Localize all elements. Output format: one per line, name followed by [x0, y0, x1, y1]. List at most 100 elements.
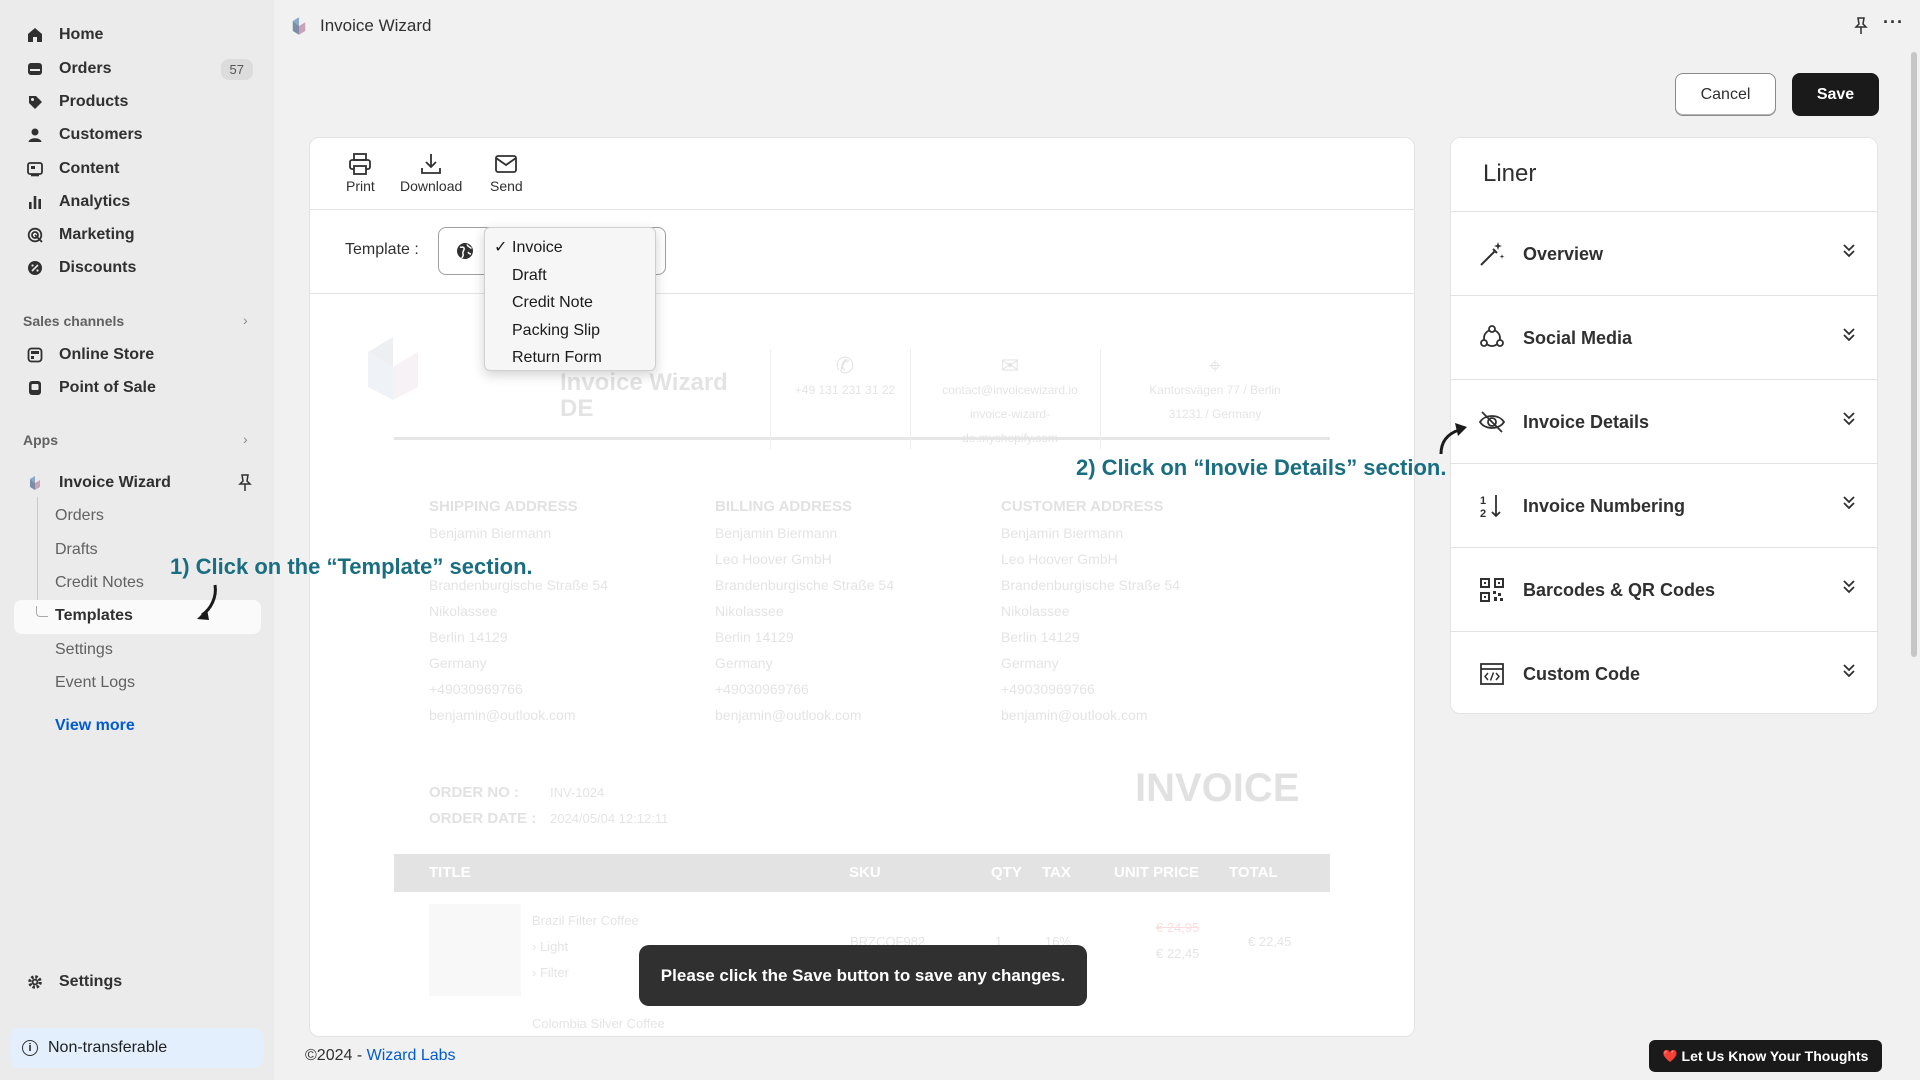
sidebar-subitem-templates[interactable]: Templates [14, 600, 261, 634]
template-option-return-form[interactable]: Return Form [485, 344, 655, 372]
svg-text:2: 2 [1480, 508, 1486, 520]
template-option-credit-note[interactable]: Credit Note [485, 289, 655, 317]
order-labels: ORDER NO : ORDER DATE : [429, 784, 537, 827]
next-product-name: Colombia Silver Coffee [532, 1016, 665, 1031]
svg-text:1: 1 [1480, 495, 1486, 507]
sidebar-item-invoice-wizard[interactable]: Invoice Wizard [14, 467, 261, 499]
customer-address: CUSTOMER ADDRESS Benjamin Biermann Leo H… [1001, 498, 1180, 723]
sidebar-item-products[interactable]: Products [14, 86, 261, 118]
sidebar-item-point-of-sale[interactable]: Point of Sale [14, 372, 261, 404]
sidebar-item-orders[interactable]: Orders 57 [14, 53, 261, 85]
pin-icon[interactable] [237, 474, 253, 497]
eye-off-icon [1478, 411, 1506, 433]
sidebar-item-analytics[interactable]: Analytics [14, 186, 261, 218]
sidebar-item-label: Products [59, 93, 129, 110]
shipping-address: SHIPPING ADDRESS Benjamin Biermann Brand… [429, 498, 608, 723]
double-chevron-down-icon [1843, 664, 1855, 678]
invoice-phone: ✆ +49 131 231 31 22 [780, 354, 910, 402]
sidebar-item-label: Customers [59, 126, 143, 143]
tag-icon [25, 92, 45, 112]
sidebar-subitem-drafts[interactable]: Drafts [55, 541, 98, 559]
sidebar-item-label: Home [59, 26, 104, 43]
section-custom-code[interactable]: Custom Code [1451, 631, 1877, 713]
template-dropdown-menu: ✓ Invoice Draft Credit Note Packing Slip … [484, 227, 656, 371]
more-options-icon[interactable]: ··· [1883, 12, 1904, 33]
checkmark-icon: ✓ [494, 239, 508, 256]
invoice-document: Invoice Wizard DE ✆ +49 131 231 31 22 ✉ … [310, 294, 1414, 1036]
pin-icon[interactable] [1853, 17, 1869, 40]
template-option-packing-slip[interactable]: Packing Slip [485, 317, 655, 345]
scrollbar[interactable] [1911, 52, 1917, 657]
sidebar-item-customers[interactable]: Customers [14, 119, 261, 151]
sidebar-item-marketing[interactable]: Marketing [14, 219, 261, 251]
non-transferable-banner[interactable]: i Non-transferable [10, 1028, 264, 1068]
sidebar-subitem-credit-notes[interactable]: Credit Notes [55, 574, 144, 592]
sidebar-item-discounts[interactable]: Discounts [14, 252, 261, 284]
sales-channels-header[interactable]: Sales channels › [23, 312, 248, 329]
sidebar-item-label: Content [59, 160, 120, 177]
location-pin-icon: ⌖ [1208, 353, 1222, 378]
orders-count-badge: 57 [220, 58, 253, 80]
product-details: Brazil Filter Coffee › Light › Filter [532, 913, 639, 980]
send-button[interactable]: Send [490, 152, 523, 194]
cancel-button[interactable]: Cancel [1675, 73, 1776, 116]
template-option-invoice[interactable]: ✓ Invoice [485, 234, 655, 262]
double-chevron-down-icon [1843, 580, 1855, 594]
product-image [429, 904, 521, 996]
sidebar-subitem-settings[interactable]: Settings [55, 641, 113, 659]
sidebar-item-label: Online Store [59, 346, 155, 363]
save-button[interactable]: Save [1792, 73, 1879, 116]
download-button[interactable]: Download [400, 152, 462, 194]
print-button[interactable]: Print [346, 152, 375, 194]
template-row: Template : ✓ Invoice Draft Credit Note Pa… [310, 210, 1414, 371]
phone-icon: ✆ [835, 353, 855, 378]
sidebar-item-label: Analytics [59, 193, 131, 210]
sidebar-subitem-orders[interactable]: Orders [55, 507, 104, 525]
line-items-header: TITLE SKU QTY TAX UNIT PRICE TOTAL [394, 854, 1330, 892]
magic-wand-icon [1480, 242, 1505, 266]
section-invoice-details[interactable]: Invoice Details [1451, 379, 1877, 463]
sidebar-item-settings[interactable]: Settings [14, 966, 261, 998]
sidebar-item-label: Settings [59, 973, 123, 990]
view-more-link[interactable]: View more [55, 717, 135, 735]
sidebar-item-online-store[interactable]: Online Store [14, 339, 261, 371]
code-window-icon [1480, 663, 1504, 685]
section-overview[interactable]: Overview [1451, 211, 1877, 295]
target-icon [25, 225, 45, 245]
sidebar-item-label: Point of Sale [59, 379, 156, 396]
sidebar-subitem-event-logs[interactable]: Event Logs [55, 674, 135, 692]
apps-header[interactable]: Apps › [23, 431, 248, 448]
template-label: Template : [345, 241, 419, 258]
sidebar-item-label: Orders [59, 60, 112, 77]
download-icon [421, 154, 442, 174]
printer-icon [349, 153, 372, 175]
section-barcodes-qr-codes[interactable]: Barcodes & QR Codes [1451, 547, 1877, 631]
globe-icon [456, 242, 474, 265]
invoice-email: ✉ contact@invoicewizard.io invoice-wizar… [920, 354, 1100, 450]
invoice-preview-card: Print Download Send Template : ✓ Invoice … [309, 137, 1415, 1037]
wizard-labs-link[interactable]: Wizard Labs [367, 1047, 456, 1064]
footer-copyright: ©2024 - Wizard Labs [305, 1047, 456, 1064]
feedback-button[interactable]: ❤️ Let Us Know Your Thoughts [1649, 1040, 1882, 1072]
sidebar-item-content[interactable]: Content [14, 153, 261, 185]
info-icon: i [22, 1040, 38, 1056]
home-icon [25, 25, 45, 45]
settings-panel: Liner Overview Social Media Invoice Deta… [1450, 137, 1878, 714]
section-invoice-numbering[interactable]: 12 Invoice Numbering [1451, 463, 1877, 547]
orders-icon [25, 59, 45, 79]
discount-icon [25, 258, 45, 278]
double-chevron-down-icon [1843, 412, 1855, 426]
save-reminder-toast: Please click the Save button to save any… [639, 945, 1087, 1006]
annotation-step-1: 1) Click on the “Template” section. [170, 554, 533, 579]
sidebar-item-home[interactable]: Home [14, 19, 261, 51]
heart-icon: ❤️ [1662, 1049, 1678, 1063]
gear-icon [25, 972, 45, 992]
curved-arrow-up-icon [1439, 423, 1467, 455]
sidebar-item-label: Invoice Wizard [59, 474, 171, 491]
invoice-wizard-logo-icon [25, 473, 45, 493]
section-social-media[interactable]: Social Media [1451, 295, 1877, 379]
bar-chart-icon [25, 192, 45, 212]
billing-address: BILLING ADDRESS Benjamin Biermann Leo Ho… [715, 498, 894, 723]
template-option-draft[interactable]: Draft [485, 262, 655, 290]
sub-nav-line [37, 497, 38, 610]
